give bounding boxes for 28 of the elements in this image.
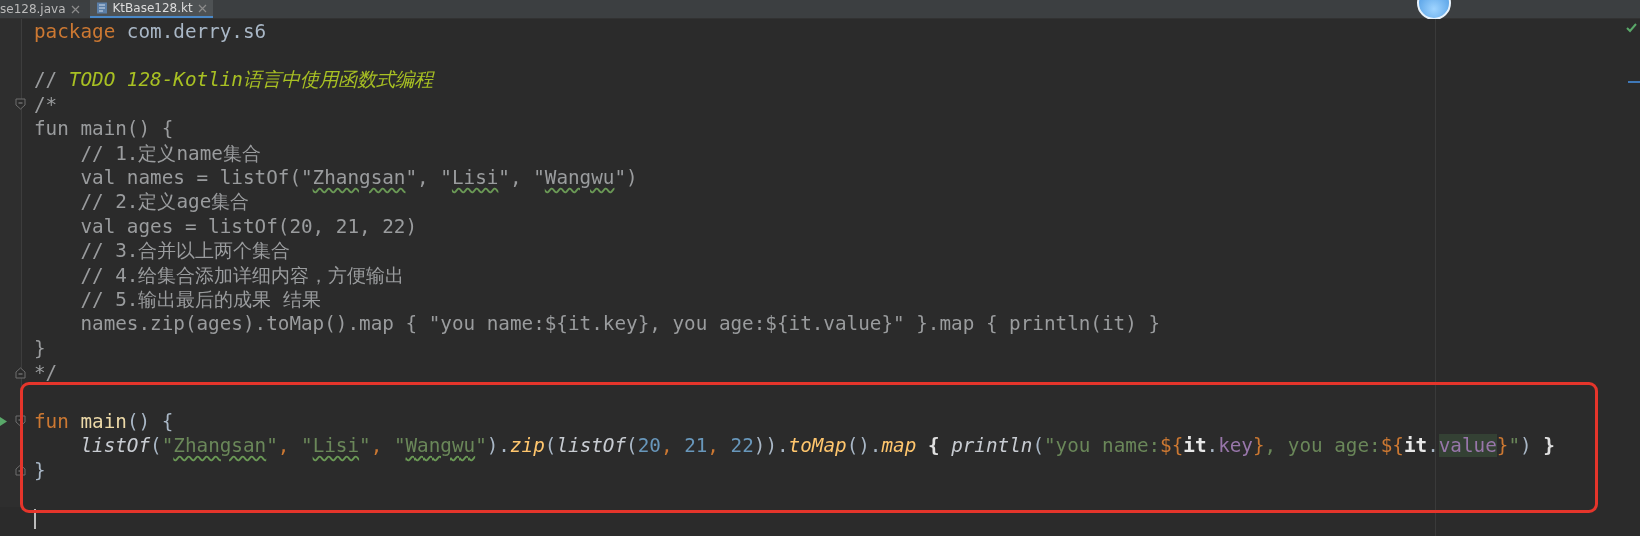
code-line: // 2.定义age集合 xyxy=(79,189,250,216)
code-line: listOf("Zhangsan", "Lisi", "Wangwu").zip(listOf(20, 21, 22)).toMap().map { println("you name:${it.key}, you age:${it.value}") } xyxy=(79,434,1555,458)
check-icon[interactable] xyxy=(1626,23,1637,33)
code-line: fun main() { xyxy=(34,117,174,141)
close-icon[interactable] xyxy=(70,4,80,14)
code-line: } xyxy=(34,458,46,482)
code-line: */ xyxy=(34,361,58,385)
code-line: // 5.输出最后的成果 结果 xyxy=(79,287,322,313)
run-icon[interactable] xyxy=(0,416,7,426)
code-line: } xyxy=(34,336,46,360)
code-line: names.zip(ages).toMap().map { "you name:${it.key}, you age:${it.value}" }.map { println(it) } xyxy=(79,312,1160,336)
code-line: // 3.合并以上两个集合 xyxy=(79,238,291,265)
file-icon xyxy=(95,2,108,14)
close-icon[interactable] xyxy=(197,3,207,13)
fold-icon[interactable] xyxy=(15,464,26,477)
scroll-marker xyxy=(1628,81,1640,83)
code-line: package com.derry.s6 xyxy=(34,19,267,43)
fold-icon[interactable] xyxy=(15,98,26,111)
code-line: val names = listOf("Zhangsan", "Lisi", "Wangwu") xyxy=(79,166,638,190)
code-line: // 1.定义name集合 xyxy=(79,140,261,167)
code-line: /* xyxy=(34,92,58,116)
editor-tab[interactable]: KtBase128.kt xyxy=(89,0,213,18)
code-line: // TODO 128-Kotlin语言中使用函数式编程 xyxy=(34,67,433,94)
fold-icon[interactable] xyxy=(15,366,26,379)
code-line: val ages = listOf(20, 21, 22) xyxy=(79,214,418,238)
fold-icon[interactable] xyxy=(15,415,26,428)
code-line: fun main() { xyxy=(34,409,174,433)
code-line: // 4.给集合添加详细内容，方便输出 xyxy=(79,262,405,289)
